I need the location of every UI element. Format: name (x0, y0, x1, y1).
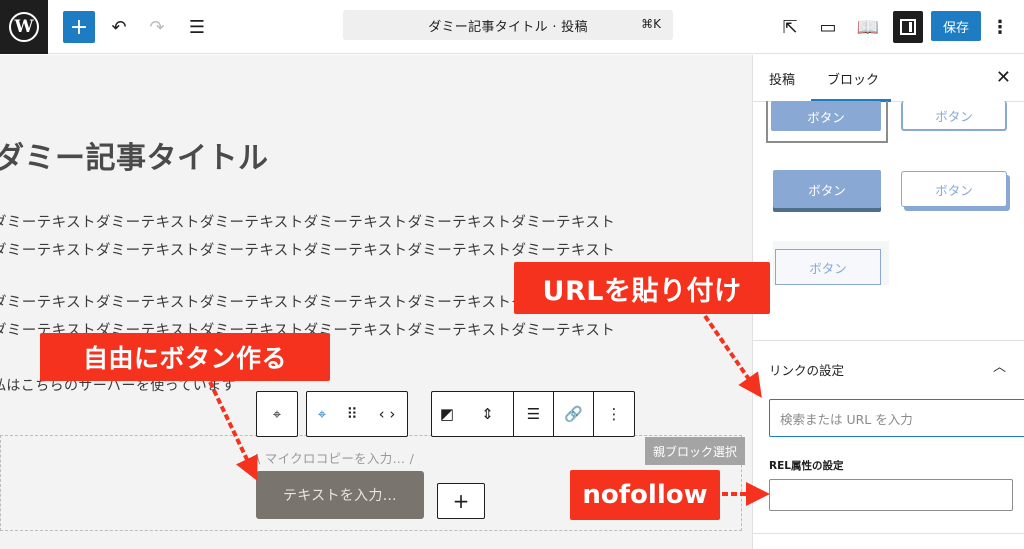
post-title[interactable]: ダミー記事タイトル (0, 133, 269, 177)
sidebar-tabs: 投稿 ブロック ✕ (753, 55, 1024, 102)
close-icon[interactable]: ✕ (996, 67, 1011, 88)
toolbar-group-parent: ⌖ (256, 391, 298, 437)
paragraph-line: ダミーテキストダミーテキストダミーテキストダミーテキストダミーテキストダミーテキ… (0, 243, 616, 259)
options-menu-icon[interactable]: ⋮ (988, 11, 1012, 43)
shortcut-hint: ⌘K (641, 17, 661, 31)
callout-nofollow: nofollow (570, 470, 720, 520)
callout-make-button: 自由にボタン作る (40, 333, 330, 381)
rel-attribute-input[interactable] (769, 479, 1013, 511)
preview-desktop-icon[interactable]: ▭ (813, 11, 843, 43)
style-option-fill[interactable]: ボタン (771, 101, 881, 131)
list-view-icon[interactable]: ☰ (181, 11, 213, 43)
add-block-button[interactable]: + (63, 11, 95, 43)
settings-sidebar-toggle[interactable] (893, 11, 923, 43)
block-type-icon[interactable]: ⌖ (257, 392, 297, 436)
paragraph-block[interactable]: ダミーテキストダミーテキストダミーテキストダミーテキストダミーテキストダミーテキ… (0, 209, 615, 265)
sidebar-icon (900, 19, 916, 35)
rel-attribute-label: REL属性の設定 (769, 460, 844, 472)
wordpress-logo[interactable]: W (0, 0, 48, 54)
align-icon[interactable]: ☰ (514, 392, 554, 436)
tab-post[interactable]: 投稿 (769, 69, 795, 88)
style-option-soft[interactable]: ボタン (775, 249, 881, 285)
append-block-button[interactable]: + (437, 483, 485, 519)
link-icon[interactable]: 🔗 (554, 392, 594, 436)
block-toolbar: ⌖ ⌖ ⠿ ‹ › (256, 391, 408, 437)
panel-divider (753, 340, 1024, 341)
block-editor: W + ↶ ↷ ☰ ダミー記事タイトル · 投稿 ⌘K ⇱ ▭ 📖 保存 ⋮ ダ… (0, 0, 1024, 549)
settings-sidebar: 投稿 ブロック ✕ ボタン ボタン ボタン ボタン ボタン リンクの設定 ︿ 検… (752, 55, 1024, 549)
panel-divider (753, 533, 1024, 534)
height-icon[interactable]: ⇕ (462, 392, 514, 436)
view-post-icon[interactable]: ⇱ (775, 11, 805, 43)
style-icon[interactable]: ◩ (432, 392, 462, 436)
toolbar-group-block: ⌖ ⠿ ‹ › (306, 391, 408, 437)
block-options-icon[interactable]: ⋮ (594, 392, 634, 436)
redo-icon[interactable]: ↷ (141, 11, 173, 43)
editor-header: W + ↶ ↷ ☰ ダミー記事タイトル · 投稿 ⌘K ⇱ ▭ 📖 保存 ⋮ (0, 0, 1024, 54)
url-input[interactable]: 検索または URL を入力 (769, 399, 1024, 437)
style-option-outline[interactable]: ボタン (901, 101, 1007, 131)
callout-paste-url: URLを貼り付け (514, 262, 770, 314)
wordpress-icon: W (9, 12, 39, 42)
button-text-input[interactable]: テキストを入力… (256, 471, 424, 519)
chevron-up-icon[interactable]: ︿ (993, 356, 1006, 375)
tab-block[interactable]: ブロック (827, 69, 879, 88)
command-palette-bar[interactable]: ダミー記事タイトル · 投稿 ⌘K (343, 10, 673, 40)
style-option-shadow[interactable]: ボタン (773, 170, 881, 208)
micro-copy-input[interactable]: \ マイクロコピーを入力… / (256, 448, 414, 467)
book-icon[interactable]: 📖 (853, 11, 883, 43)
drag-handle-icon[interactable]: ⠿ (337, 392, 367, 436)
parent-block-selector[interactable]: 親ブロック選択 (645, 437, 746, 465)
link-settings-title[interactable]: リンクの設定 (769, 360, 844, 379)
paragraph-line: ダミーテキストダミーテキストダミーテキストダミーテキストダミーテキストダミーテキ… (0, 215, 616, 231)
style-option-offset[interactable]: ボタン (901, 171, 1007, 207)
undo-icon[interactable]: ↶ (103, 11, 135, 43)
toolbar-group-style: ◩ ⇕ ☰ 🔗 ⋮ (431, 391, 635, 437)
document-title: ダミー記事タイトル · 投稿 (428, 19, 588, 35)
button-block-icon[interactable]: ⌖ (307, 392, 337, 436)
save-button[interactable]: 保存 (931, 11, 981, 41)
move-arrows-icon[interactable]: ‹ › (367, 392, 407, 436)
